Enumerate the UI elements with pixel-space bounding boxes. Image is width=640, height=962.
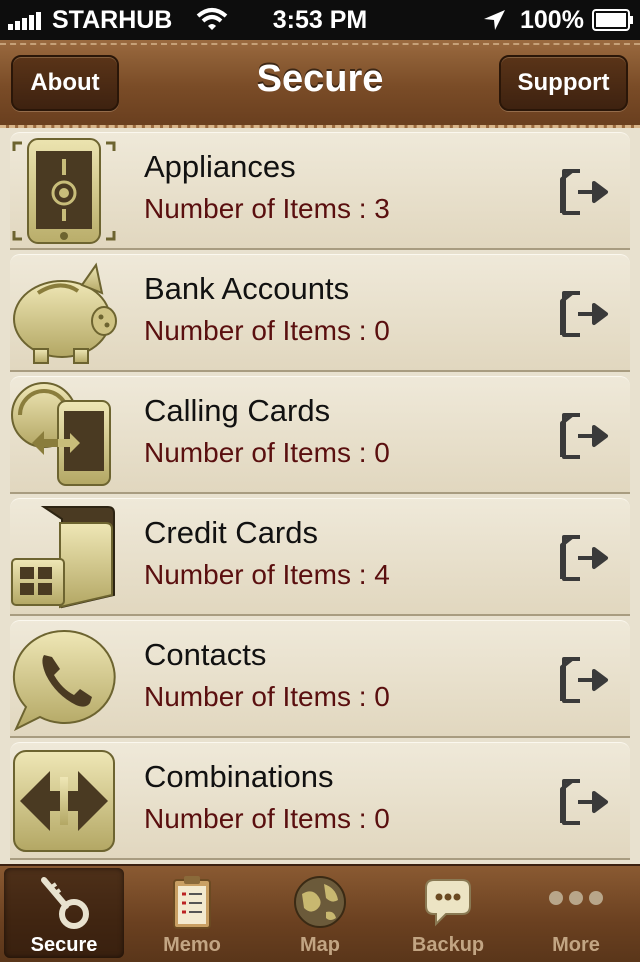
item-count-value: 4 xyxy=(374,559,390,590)
open-arrow-icon[interactable] xyxy=(558,289,614,339)
globe-icon xyxy=(294,876,346,928)
item-count: Number of Items : 0 xyxy=(144,681,390,713)
item-count-label: Number of Items xyxy=(144,315,351,346)
item-count: Number of Items : 3 xyxy=(144,193,390,225)
item-title: Bank Accounts xyxy=(144,271,350,306)
item-count-label: Number of Items xyxy=(144,559,351,590)
status-bar: STARHUB 3:53 PM 100% xyxy=(0,0,640,40)
tab-label: Backup xyxy=(411,934,485,956)
item-title: Combinations xyxy=(144,759,334,794)
item-count-value: 0 xyxy=(374,681,390,712)
item-count-label: Number of Items xyxy=(144,803,351,834)
tab-label: Map xyxy=(300,934,340,956)
support-button[interactable]: Support xyxy=(499,55,628,111)
tab-label: More xyxy=(552,934,600,956)
item-title: Credit Cards xyxy=(144,515,318,550)
item-title: Contacts xyxy=(144,637,267,672)
list-item-contacts[interactable]: Contacts Number of Items : 0 xyxy=(10,620,630,738)
clipboard-icon xyxy=(173,876,211,929)
battery-percent: 100% xyxy=(520,6,584,34)
item-count-label: Number of Items xyxy=(144,681,351,712)
tab-memo[interactable]: Memo xyxy=(132,868,252,958)
tab-map[interactable]: Map xyxy=(260,868,380,958)
phone-device-icon xyxy=(12,138,116,244)
more-dots-icon xyxy=(549,891,603,905)
open-arrow-icon[interactable] xyxy=(558,777,614,827)
item-count-value: 3 xyxy=(374,193,390,224)
tab-bar: Secure Memo Map Backup More xyxy=(0,864,640,962)
open-arrow-icon[interactable] xyxy=(558,655,614,705)
combination-arrows-icon xyxy=(13,750,115,852)
tab-backup[interactable]: Backup xyxy=(388,868,508,958)
item-count-separator: : xyxy=(350,559,375,590)
navigation-bar: About Secure Support xyxy=(0,40,640,128)
calling-card-icon xyxy=(11,382,111,486)
piggy-bank-icon xyxy=(13,262,117,364)
item-count: Number of Items : 0 xyxy=(144,315,390,347)
item-count-separator: : xyxy=(350,315,375,346)
open-arrow-icon[interactable] xyxy=(558,533,614,583)
open-arrow-icon[interactable] xyxy=(558,167,614,217)
chat-bubble-icon xyxy=(425,879,471,927)
tab-label: Memo xyxy=(163,934,221,956)
item-count-separator: : xyxy=(350,193,375,224)
list-item-calling-cards[interactable]: Calling Cards Number of Items : 0 xyxy=(10,376,630,494)
list-item-bank-accounts[interactable]: Bank Accounts Number of Items : 0 xyxy=(10,254,630,372)
location-arrow-icon xyxy=(484,10,505,30)
tab-more[interactable]: More xyxy=(516,868,636,958)
item-count-label: Number of Items xyxy=(144,193,351,224)
list-item-appliances[interactable]: Appliances Number of Items : 3 xyxy=(10,132,630,250)
list-item-combinations[interactable]: Combinations Number of Items : 0 xyxy=(10,742,630,860)
key-icon xyxy=(41,877,89,929)
item-count-value: 0 xyxy=(374,315,390,346)
item-count-separator: : xyxy=(350,681,375,712)
open-arrow-icon[interactable] xyxy=(558,411,614,461)
item-title: Appliances xyxy=(144,149,296,184)
tab-secure[interactable]: Secure xyxy=(4,868,124,958)
item-count-value: 0 xyxy=(374,437,390,468)
leather-stitch xyxy=(0,43,640,45)
item-count-separator: : xyxy=(350,437,375,468)
battery-icon xyxy=(592,9,633,31)
item-title: Calling Cards xyxy=(144,393,331,428)
list-item-credit-cards[interactable]: Credit Cards Number of Items : 4 xyxy=(10,498,630,616)
category-list: Appliances Number of Items : 3 Bank Acco… xyxy=(0,128,640,864)
credit-card-icon xyxy=(11,506,115,609)
item-count-label: Number of Items xyxy=(144,437,351,468)
item-count: Number of Items : 0 xyxy=(144,437,390,469)
phone-bubble-icon xyxy=(12,629,116,732)
item-count: Number of Items : 4 xyxy=(144,559,390,591)
tab-label: Secure xyxy=(30,934,98,956)
item-count-value: 0 xyxy=(374,803,390,834)
item-count-separator: : xyxy=(350,803,375,834)
item-count: Number of Items : 0 xyxy=(144,803,390,835)
